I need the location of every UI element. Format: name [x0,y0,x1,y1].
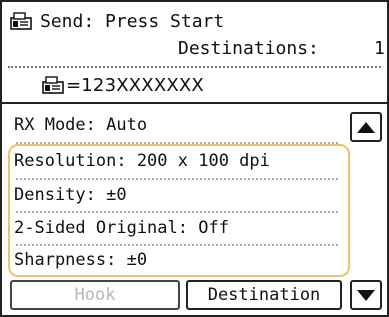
fax-icon [42,76,64,94]
scroll-controls [348,104,387,315]
send-header: Send: Press Start Destinations: 1 =123XX… [2,2,387,104]
hook-button[interactable]: Hook [10,280,180,310]
fax-number: =123XXXXXXX [66,74,204,96]
header-divider [8,66,381,68]
header-title: Send: Press Start [40,10,225,32]
header-title-row: Send: Press Start [10,8,224,34]
destinations-label: Destinations: [178,38,319,59]
up-arrow-icon [357,121,375,133]
setting-2-sided-original[interactable]: 2-Sided Original: Off [14,213,229,243]
setting-sharpness[interactable]: Sharpness: ±0 [14,245,147,275]
setting-resolution[interactable]: Resolution: 200 x 100 dpi [14,146,270,176]
scroll-down-button[interactable] [350,280,382,310]
down-arrow-icon [357,289,375,301]
scroll-up-button[interactable] [350,112,382,142]
destinations-count: 1 [374,38,385,59]
destination-button[interactable]: Destination [186,280,342,310]
fax-number-row: =123XXXXXXX [42,72,204,98]
setting-rx-mode[interactable]: RX Mode: Auto [14,110,147,140]
fax-icon [10,12,32,30]
fax-send-screen: Send: Press Start Destinations: 1 =123XX… [0,0,389,317]
setting-density[interactable]: Density: ±0 [14,180,127,210]
